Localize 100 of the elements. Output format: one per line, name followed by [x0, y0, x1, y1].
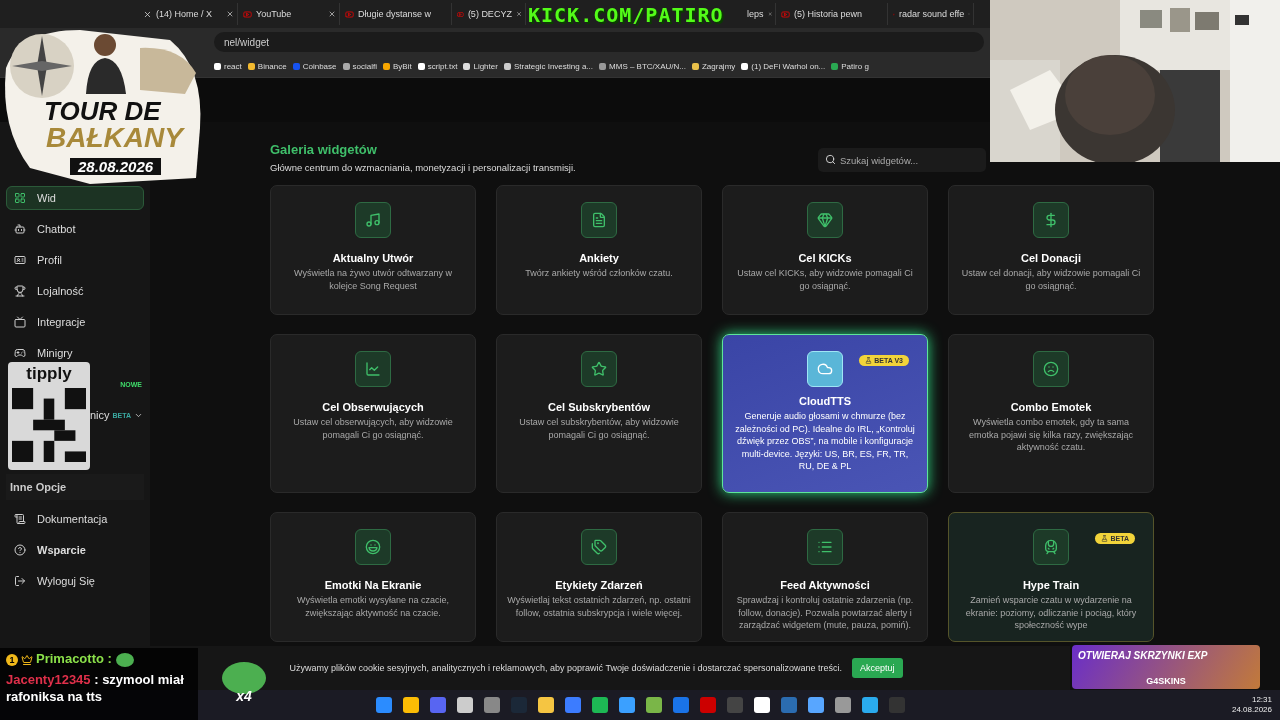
- music-note-icon: [365, 212, 381, 228]
- card-description: Wyświetla na żywo utwór odtwarzany w kolejce Song Request: [293, 267, 453, 293]
- browser-tab[interactable]: radar sound effe: [890, 3, 974, 25]
- app-icon[interactable]: [807, 697, 824, 713]
- card-title: Cel Subskrybentów: [547, 401, 651, 413]
- app-icon[interactable]: [834, 697, 851, 713]
- logout-icon: [14, 575, 26, 587]
- app-icon[interactable]: [456, 697, 473, 713]
- page-title: Galeria widgetów: [270, 142, 378, 157]
- app-icon[interactable]: [537, 697, 554, 713]
- card-title: Combo Emotek: [1010, 401, 1092, 413]
- bookmark[interactable]: Strategic Investing a...: [503, 62, 594, 71]
- card-title: Hype Train: [1022, 579, 1080, 591]
- card-description: Generuje audio głosami w chmurze (bez zależności od PC). Idealne do IRL, „Kontroluj dźwięk przez OBS”, na mobile i konfiguracje multi-device. Języki: US, BR, ES, FR, TR, RU, DE & PL: [734, 410, 916, 473]
- widget-card[interactable]: Cel Donacji Ustaw cel donacji, aby widzowie pomagali Ci go osiągnąć.: [948, 185, 1154, 315]
- app-icon[interactable]: [861, 697, 878, 713]
- bookmark[interactable]: (1) DeFi Warhol on...: [741, 62, 826, 71]
- favicon-icon: [503, 63, 511, 70]
- widget-card[interactable]: Cel KICKs Ustaw cel KICKs, aby widzowie pomagali Ci go osiągnąć.: [722, 185, 928, 315]
- chat-badge: 1: [6, 653, 18, 666]
- bookmark[interactable]: script.txt: [417, 62, 458, 71]
- cookie-text: Używamy plików cookie sesyjnych, analitycznych i reklamowych, aby poprawić Twoje doświadczenie i dostarczać spersonalizowane treści.: [289, 663, 842, 673]
- crown-icon: [21, 653, 33, 666]
- chat-message: Jacenty12345 : szymool miał rafoniksa na tts: [6, 671, 184, 705]
- app-icon[interactable]: [402, 697, 419, 713]
- card-title: Cel Donacji: [1021, 252, 1081, 264]
- face-icon: [1043, 361, 1059, 377]
- section-heading: Inne Opcje: [6, 474, 144, 500]
- train-icon: [1043, 539, 1059, 555]
- trophy-icon: [14, 285, 26, 297]
- help-icon: [14, 544, 26, 556]
- browser-tab[interactable]: Długie dystanse w: [342, 3, 452, 25]
- card-title: CloudTTS: [799, 395, 851, 407]
- bookmark[interactable]: socialfi: [342, 62, 377, 71]
- browser-tab[interactable]: (5) DECYZ: [454, 3, 526, 25]
- favicon-icon: [741, 63, 749, 70]
- sidebar-item[interactable]: Wid: [6, 186, 144, 210]
- card-description: Ustaw cel subskrybentów, aby widzowie pomagali Ci go osiągnąć.: [518, 416, 680, 442]
- browser-tab[interactable]: leps: [744, 3, 776, 25]
- card-description: Twórz ankiety wśród członków czatu.: [525, 267, 673, 280]
- app-icon[interactable]: [591, 697, 608, 713]
- browser-tab[interactable]: (14) Home / X: [140, 3, 238, 25]
- sidebar-item[interactable]: Minigry: [6, 341, 144, 365]
- favicon-icon: [417, 63, 425, 70]
- widget-card[interactable]: Cel Obserwujących Ustaw cel obserwujących, aby widzowie pomagali Ci go osiągnąć.: [270, 334, 476, 493]
- search-icon: [825, 154, 836, 165]
- favicon-icon: [463, 63, 471, 70]
- gamepad-icon: [14, 347, 26, 359]
- bookmark[interactable]: Coinbase: [292, 62, 337, 71]
- sidebar-item[interactable]: Integracje: [6, 310, 144, 334]
- card-title: Cel Obserwujących: [322, 401, 424, 413]
- card-description: Wyświetla emotki wysyłane na czacie, zwiększając aktywność na czacie.: [296, 594, 450, 620]
- card-description: Ustaw cel KICKs, aby widzowie pomagali Ci go osiągnąć.: [736, 267, 914, 293]
- chart-icon: [365, 361, 381, 377]
- app-icon[interactable]: [645, 697, 662, 713]
- sidebar-item[interactable]: Chatbot: [6, 217, 144, 241]
- dollar-icon: [1043, 212, 1059, 228]
- page-subtitle: Główne centrum do wzmacniania, monetyzacji i personalizacji transmisji.: [270, 162, 576, 173]
- widget-card[interactable]: Etykiety Zdarzeń Wyświetlaj tekst ostatnich zdarzeń, np. ostatni follow, ostatnia subskrypcja i wiele więcej.: [496, 512, 702, 642]
- card-title: Emotki Na Ekranie: [324, 579, 422, 591]
- card-description: Ustaw cel donacji, aby widzowie pomagali Ci go osiągnąć.: [960, 267, 1142, 293]
- bookmark[interactable]: ByBit: [383, 62, 412, 71]
- bookmark[interactable]: Patiro g: [831, 62, 869, 71]
- widget-card[interactable]: Aktualny Utwór Wyświetla na żywo utwór odtwarzany w kolejce Song Request: [270, 185, 476, 315]
- widget-card[interactable]: Emotki Na Ekranie Wyświetla emotki wysyłane na czacie, zwiększając aktywność na czacie.: [270, 512, 476, 642]
- sidebar-item[interactable]: Lojalność: [6, 279, 144, 303]
- browser-tab[interactable]: YouTube: [240, 3, 340, 25]
- gem-icon: [817, 212, 833, 228]
- clock: 12:31 24.08.2026: [1231, 695, 1272, 715]
- address-bar[interactable]: nel/widget: [214, 32, 984, 52]
- widget-card[interactable]: Combo Emotek Wyświetla combo emotek, gdy ta sama emotka pojawi się kilka razy, zwiększając aktywność czatu.: [948, 334, 1154, 493]
- favicon-icon: [292, 63, 300, 70]
- bookmark[interactable]: MMS – BTC/XAU/N...: [599, 62, 686, 71]
- bookmark[interactable]: Zagrajmy: [691, 62, 736, 71]
- card-description: Wyświetla combo emotek, gdy ta sama emotka pojawi się kilka razy, zwiększając aktywność czatu.: [968, 416, 1134, 454]
- document-icon: [591, 212, 607, 228]
- browser-tab[interactable]: (5) Historia pewn: [778, 3, 888, 25]
- card-title: Aktualny Utwór: [332, 252, 414, 264]
- sidebar-item[interactable]: Profil: [6, 248, 144, 272]
- bookmark[interactable]: Binance: [247, 62, 287, 71]
- bookmark[interactable]: Lighter: [463, 62, 498, 71]
- app-icon[interactable]: [618, 697, 635, 713]
- favicon-icon: [831, 63, 839, 70]
- widget-card[interactable]: Ankiety Twórz ankiety wśród członków czatu.: [496, 185, 702, 315]
- bookmark[interactable]: react: [214, 62, 242, 71]
- card-description: Sprawdzaj i kontroluj ostatnie zdarzenia (np. follow, donacje). Pozwala powtarzać alerty i zarządzać widgetem (mute, pauza, pomiń).: [735, 594, 915, 632]
- app-icon[interactable]: [753, 697, 770, 713]
- sidebar-item[interactable]: Dokumentacja: [6, 507, 144, 531]
- widget-card[interactable]: Feed Aktywności Sprawdzaj i kontroluj ostatnie zdarzenia (np. follow, donacje). Pozwala powtarzać alerty i zarządzać widgetem (mute, pauza, pomiń).: [722, 512, 928, 642]
- tongue-face-icon: [365, 539, 381, 555]
- card-description: Ustaw cel obserwujących, aby widzowie pomagali Ci go osiągnąć.: [292, 416, 454, 442]
- sidebar-item[interactable]: Wsparcie: [6, 538, 144, 562]
- combo-count: x4: [236, 688, 252, 704]
- grid-icon: [14, 192, 26, 204]
- robot-icon: [14, 223, 26, 235]
- sidebar-item[interactable]: Wyloguj Się: [6, 569, 144, 593]
- search-field[interactable]: Szukaj widgetów...: [818, 148, 986, 172]
- list-icon: [817, 539, 833, 555]
- widget-card[interactable]: Cel Subskrybentów Ustaw cel subskrybentów, aby widzowie pomagali Ci go osiągnąć.: [496, 334, 702, 493]
- sticker-title: TOUR DE: [44, 98, 161, 124]
